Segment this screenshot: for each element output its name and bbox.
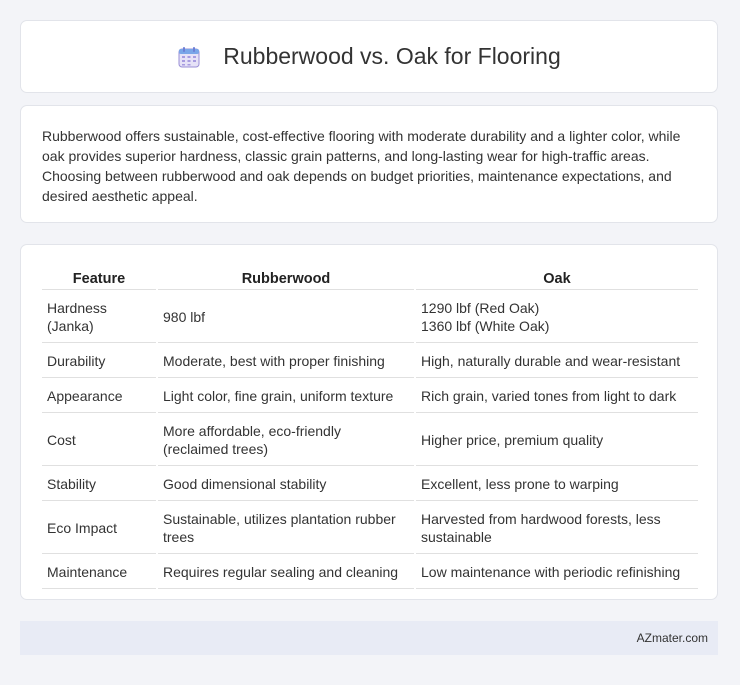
page-title: Rubberwood vs. Oak for Flooring bbox=[223, 43, 561, 69]
footer-brand: AZmater.com bbox=[636, 631, 708, 645]
summary-text: Rubberwood offers sustainable, cost-effe… bbox=[42, 128, 681, 204]
table-row: Eco Impact Sustainable, utilizes plantat… bbox=[42, 503, 698, 554]
rubberwood-cell: Good dimensional stability bbox=[158, 468, 414, 501]
feature-cell: Appearance bbox=[42, 380, 156, 413]
comparison-table-card: Feature Rubberwood Oak Hardness (Janka) … bbox=[20, 244, 718, 600]
table-row: Cost More affordable, eco-friendly (recl… bbox=[42, 415, 698, 466]
table-row: Durability Moderate, best with proper fi… bbox=[42, 345, 698, 378]
header-feature: Feature bbox=[42, 267, 156, 290]
footer-bar: AZmater.com bbox=[20, 621, 718, 655]
rubberwood-cell: Moderate, best with proper finishing bbox=[158, 345, 414, 378]
rubberwood-cell: Sustainable, utilizes plantation rubber … bbox=[158, 503, 414, 554]
oak-cell: 1290 lbf (Red Oak) 1360 lbf (White Oak) bbox=[416, 292, 698, 343]
oak-line: 1290 lbf (Red Oak) bbox=[421, 300, 540, 316]
comparison-table: Feature Rubberwood Oak Hardness (Janka) … bbox=[40, 265, 700, 591]
table-row: Hardness (Janka) 980 lbf 1290 lbf (Red O… bbox=[42, 292, 698, 343]
summary-card: Rubberwood offers sustainable, cost-effe… bbox=[20, 105, 718, 223]
feature-cell: Hardness (Janka) bbox=[42, 292, 156, 343]
oak-line: 1360 lbf (White Oak) bbox=[421, 318, 550, 334]
rubberwood-cell: Light color, fine grain, uniform texture bbox=[158, 380, 414, 413]
feature-cell: Maintenance bbox=[42, 556, 156, 589]
table-header-row: Feature Rubberwood Oak bbox=[42, 267, 698, 290]
oak-cell: Low maintenance with periodic refinishin… bbox=[416, 556, 698, 589]
title-card: Rubberwood vs. Oak for Flooring bbox=[20, 20, 718, 93]
oak-cell: High, naturally durable and wear-resista… bbox=[416, 345, 698, 378]
oak-cell: Rich grain, varied tones from light to d… bbox=[416, 380, 698, 413]
oak-cell: Excellent, less prone to warping bbox=[416, 468, 698, 501]
table-row: Appearance Light color, fine grain, unif… bbox=[42, 380, 698, 413]
feature-cell: Stability bbox=[42, 468, 156, 501]
calendar-icon bbox=[177, 45, 201, 69]
feature-cell: Eco Impact bbox=[42, 503, 156, 554]
header-rubberwood: Rubberwood bbox=[158, 267, 414, 290]
table-row: Stability Good dimensional stability Exc… bbox=[42, 468, 698, 501]
rubberwood-cell: Requires regular sealing and cleaning bbox=[158, 556, 414, 589]
rubberwood-cell: 980 lbf bbox=[158, 292, 414, 343]
table-row: Maintenance Requires regular sealing and… bbox=[42, 556, 698, 589]
oak-cell: Harvested from hardwood forests, less su… bbox=[416, 503, 698, 554]
header-oak: Oak bbox=[416, 267, 698, 290]
oak-cell: Higher price, premium quality bbox=[416, 415, 698, 466]
rubberwood-cell: More affordable, eco-friendly (reclaimed… bbox=[158, 415, 414, 466]
feature-cell: Durability bbox=[42, 345, 156, 378]
feature-cell: Cost bbox=[42, 415, 156, 466]
